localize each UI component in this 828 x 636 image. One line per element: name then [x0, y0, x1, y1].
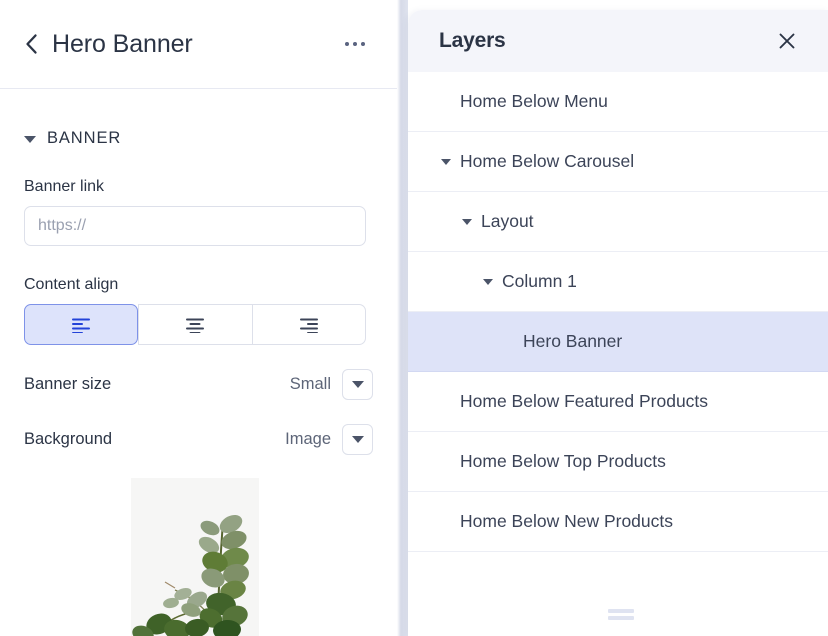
- layer-row[interactable]: Home Below New Products: [408, 492, 828, 552]
- layer-label: Home Below Carousel: [460, 151, 634, 172]
- align-right-button[interactable]: [253, 304, 366, 345]
- banner-section-title: BANNER: [47, 129, 121, 148]
- caret-down-icon: [352, 436, 364, 443]
- editor-panel: Hero Banner BANNER Banner link Content a…: [0, 0, 397, 636]
- app-root: Hero Banner BANNER Banner link Content a…: [0, 0, 828, 636]
- align-left-icon: [70, 317, 92, 333]
- caret-down-icon[interactable]: [441, 159, 451, 165]
- layers-panel: Layers Home Below Menu Home Below Carouse…: [408, 10, 828, 636]
- banner-link-input[interactable]: [24, 206, 366, 246]
- layers-tree: Home Below Menu Home Below Carousel Layout…: [408, 72, 828, 552]
- layer-row[interactable]: Home Below Menu: [408, 72, 828, 132]
- align-left-button[interactable]: [24, 304, 138, 345]
- content-align-field: Content align: [0, 276, 397, 345]
- close-icon[interactable]: [774, 28, 800, 54]
- banner-link-field: Banner link: [0, 178, 397, 246]
- panel-divider[interactable]: [397, 0, 408, 636]
- banner-section-header[interactable]: BANNER: [0, 89, 397, 148]
- editor-header: Hero Banner: [0, 0, 397, 89]
- banner-size-dropdown-button[interactable]: [342, 369, 373, 400]
- layers-panel-header: Layers: [408, 10, 828, 72]
- caret-down-icon: [352, 381, 364, 388]
- banner-size-label: Banner size: [24, 375, 290, 394]
- resize-handle[interactable]: [608, 609, 634, 620]
- chevron-left-icon[interactable]: [24, 31, 42, 57]
- banner-link-label: Banner link: [24, 178, 373, 196]
- layer-row[interactable]: Hero Banner: [408, 312, 828, 372]
- banner-preview-image[interactable]: [131, 478, 259, 636]
- layer-label: Home Below Top Products: [460, 451, 666, 472]
- caret-down-icon: [24, 136, 36, 143]
- caret-down-icon[interactable]: [462, 219, 472, 225]
- layer-row[interactable]: Layout: [408, 192, 828, 252]
- banner-size-row: Banner size Small: [0, 369, 397, 400]
- layer-row[interactable]: Home Below Top Products: [408, 432, 828, 492]
- banner-size-value: Small: [290, 375, 331, 394]
- background-row: Background Image: [0, 424, 397, 455]
- layer-row[interactable]: Home Below Featured Products: [408, 372, 828, 432]
- layer-label: Home Below Featured Products: [460, 391, 708, 412]
- layers-title: Layers: [439, 29, 774, 53]
- layer-label: Hero Banner: [523, 331, 622, 352]
- background-label: Background: [24, 430, 285, 449]
- caret-down-icon[interactable]: [483, 279, 493, 285]
- content-align-group: [24, 304, 366, 345]
- background-value: Image: [285, 430, 331, 449]
- layer-label: Home Below Menu: [460, 91, 608, 112]
- align-right-icon: [298, 317, 320, 333]
- background-dropdown-button[interactable]: [342, 424, 373, 455]
- layer-label: Home Below New Products: [460, 511, 673, 532]
- ellipsis-icon[interactable]: [343, 36, 367, 52]
- content-align-label: Content align: [24, 276, 373, 294]
- page-title: Hero Banner: [52, 30, 193, 59]
- layer-row[interactable]: Column 1: [408, 252, 828, 312]
- align-center-icon: [184, 317, 206, 333]
- layer-label: Layout: [481, 211, 534, 232]
- align-center-button[interactable]: [138, 304, 252, 345]
- layer-row[interactable]: Home Below Carousel: [408, 132, 828, 192]
- layer-label: Column 1: [502, 271, 577, 292]
